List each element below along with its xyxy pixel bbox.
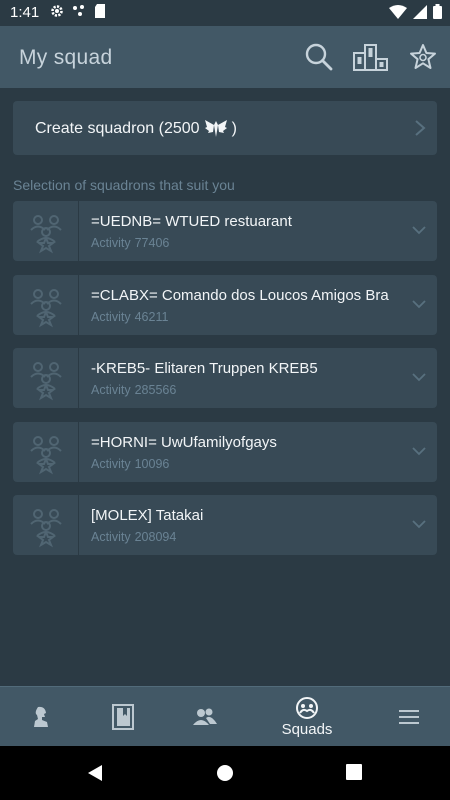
- chevron-down-icon[interactable]: [411, 517, 427, 531]
- search-icon: [305, 43, 333, 71]
- squadron-activity: Activity 285566: [91, 383, 177, 397]
- eagle-currency-icon: [204, 120, 227, 137]
- main-content: Create squadron (2500 ) Selection of squ…: [0, 88, 450, 686]
- friends-icon: [193, 708, 217, 725]
- back-icon[interactable]: [86, 764, 104, 782]
- nav-squads[interactable]: Squads: [270, 687, 344, 747]
- dots-icon: [73, 5, 84, 16]
- bottom-nav: Squads: [0, 686, 450, 746]
- squadron-activity: Activity 77406: [91, 236, 170, 250]
- squadron-list: =UEDNB= WTUED restuarant Activity 77406 =…: [13, 201, 437, 569]
- settings-gear-icon: [51, 5, 63, 17]
- squadron-name: [MOLEX] Tatakai: [91, 507, 204, 524]
- status-bar: 1:41: [0, 0, 450, 26]
- wifi-icon: [389, 4, 407, 19]
- recents-icon[interactable]: [346, 764, 362, 780]
- squadron-emblem-icon: [29, 509, 62, 548]
- squadron-emblem-icon: [29, 362, 62, 401]
- create-squadron-close-paren: ): [231, 120, 237, 137]
- star-badge-icon: [410, 44, 436, 69]
- nav-squads-label: Squads: [281, 720, 333, 738]
- chevron-right-icon: [415, 120, 426, 136]
- app-bar: My squad: [0, 26, 450, 88]
- squadron-row[interactable]: =CLABX= Comando dos Loucos Amigos Bra Ac…: [13, 274, 437, 335]
- home-icon[interactable]: [216, 764, 234, 782]
- battery-icon: [433, 4, 442, 19]
- squadron-activity: Activity 208094: [91, 530, 177, 544]
- chevron-down-icon[interactable]: [411, 444, 427, 458]
- chevron-down-icon[interactable]: [411, 223, 427, 237]
- squadron-emblem-icon: [29, 215, 62, 254]
- signal-icon: [413, 4, 427, 19]
- status-time: 1:41: [10, 4, 40, 21]
- pilot-profile-icon: [34, 706, 48, 727]
- squadron-row[interactable]: [MOLEX] Tatakai Activity 208094: [13, 495, 437, 555]
- squadron-row[interactable]: =HORNI= UwUfamilyofgays Activity 10096: [13, 421, 437, 482]
- squadron-name: -KREB5- Elitaren Truppen KREB5: [91, 360, 318, 377]
- squadron-emblem-icon: [29, 288, 62, 327]
- system-nav-bar: [0, 746, 450, 800]
- nav-profile[interactable]: [18, 687, 64, 747]
- squads-icon: [296, 696, 318, 719]
- nav-friends[interactable]: [182, 687, 228, 747]
- sd-card-icon: [95, 4, 105, 18]
- squadron-name: =UEDNB= WTUED restuarant: [91, 213, 292, 230]
- nav-menu[interactable]: [386, 687, 432, 747]
- favorites-button[interactable]: [404, 38, 442, 76]
- hamburger-menu-icon: [399, 710, 419, 724]
- squadron-name: =HORNI= UwUfamilyofgays: [91, 433, 277, 451]
- chevron-down-icon[interactable]: [411, 297, 427, 311]
- section-title: Selection of squadrons that suit you: [13, 177, 235, 193]
- create-squadron-button[interactable]: Create squadron (2500 ): [13, 101, 437, 155]
- squadron-row[interactable]: =UEDNB= WTUED restuarant Activity 77406: [13, 201, 437, 261]
- squadron-emblem-icon: [29, 435, 62, 474]
- squadron-row[interactable]: -KREB5- Elitaren Truppen KREB5 Activity 2…: [13, 348, 437, 408]
- nav-book[interactable]: [100, 687, 146, 747]
- leaderboard-button[interactable]: [351, 38, 391, 76]
- leaderboard-podium-icon: [353, 44, 388, 71]
- create-squadron-label: Create squadron (2500: [35, 120, 200, 137]
- squadron-name: =CLABX= Comando dos Loucos Amigos Bra: [91, 286, 389, 304]
- page-title: My squad: [19, 46, 113, 69]
- squadron-activity: Activity 10096: [91, 456, 170, 471]
- search-button[interactable]: [300, 38, 338, 76]
- book-icon: [112, 704, 134, 730]
- chevron-down-icon[interactable]: [411, 370, 427, 384]
- squadron-activity: Activity 46211: [91, 309, 169, 324]
